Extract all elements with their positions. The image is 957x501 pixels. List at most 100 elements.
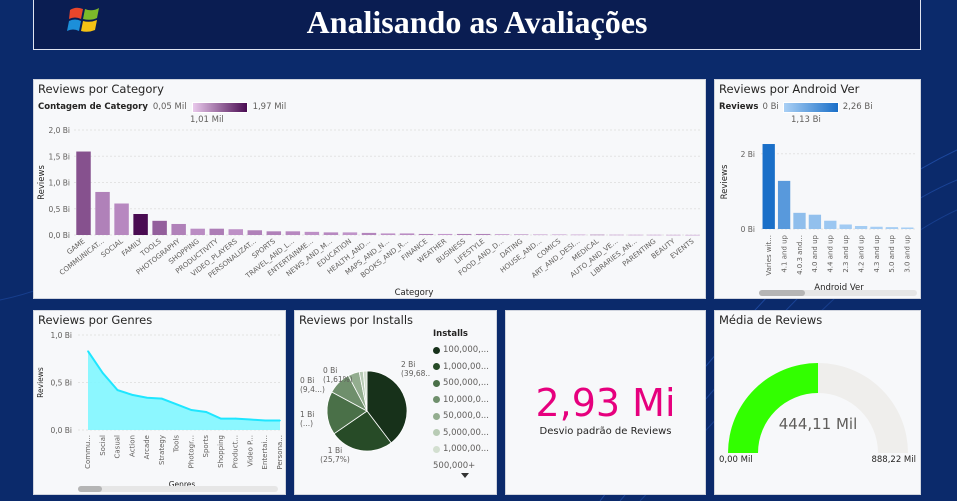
- y-axis-title: Reviews: [720, 164, 730, 199]
- category-bar: [533, 234, 548, 236]
- genres-point: [146, 396, 148, 399]
- legend-mid: 1,13 Bi: [791, 115, 821, 125]
- genres-point: [220, 417, 222, 420]
- horizontal-scrollbar[interactable]: [78, 486, 278, 492]
- legend-dot: [433, 429, 440, 437]
- card-title: Reviews por Android Ver: [719, 82, 860, 96]
- category-bar: [342, 232, 358, 235]
- legend-min: 0,05 Mil: [152, 102, 187, 112]
- x-tick-label: 5.0 and up: [888, 234, 896, 272]
- kpi-value: 2,93 Mi: [535, 381, 676, 425]
- category-bar: [494, 234, 510, 235]
- scrollbar-thumb[interactable]: [78, 486, 102, 492]
- gauge-min-label: 0,00 Mil: [719, 455, 753, 465]
- genres-point: [116, 389, 119, 391]
- x-tick-label: Casual: [114, 435, 122, 459]
- genres-point: [87, 350, 89, 352]
- pie-data-label: 1 Bi: [328, 446, 342, 455]
- legend-gradient: [782, 101, 839, 113]
- legend-item[interactable]: 10,000,0...: [433, 392, 497, 409]
- category-bar: [152, 220, 167, 235]
- y-tick-label: 1,0 Bi: [50, 331, 72, 340]
- category-bar: [647, 234, 662, 236]
- kpi-label: Desvio padrão de Reviews: [539, 426, 672, 437]
- category-bar: [323, 232, 339, 235]
- legend: Contagem de Category 0,05 Mil 1,97 Mil: [38, 100, 286, 114]
- legend-item[interactable]: 5,000,00...: [433, 425, 497, 442]
- category-chart-card[interactable]: Reviews por Category Contagem de Categor…: [33, 79, 706, 299]
- installs-pie-chart: 2 Bi(39,68...)1 Bi(25,7%)1 Bi(...)0 Bi(9…: [300, 360, 430, 464]
- x-tick-label: 4.0.3 and...: [796, 235, 804, 275]
- genres-point: [161, 397, 163, 400]
- gauge-value-label: 444,11 Mil: [779, 415, 858, 433]
- legend-more: 500,000+: [433, 460, 476, 471]
- gauge-card[interactable]: Média de Reviews 444,11 Mil 0,00 Mil 888…: [714, 310, 921, 495]
- windows-logo-icon: [67, 7, 99, 32]
- legend-dot: [433, 412, 440, 420]
- genres-point: [205, 411, 207, 413]
- pie-data-label: (1,61%): [323, 375, 353, 384]
- pie-data-label: 1 Bi: [300, 410, 314, 419]
- legend-scroll-down-icon[interactable]: [461, 472, 469, 478]
- category-bar: [76, 151, 91, 235]
- category-bar: [418, 233, 434, 235]
- legend-item[interactable]: 500,000,...: [433, 375, 497, 392]
- android-bar: [824, 220, 837, 229]
- category-bar: [361, 232, 377, 235]
- category-bar: [399, 233, 415, 235]
- legend-dot: [433, 379, 440, 387]
- pie-data-label: (25,7%): [320, 455, 350, 464]
- pie-data-label: (...): [300, 419, 313, 428]
- x-tick-label: Sports: [202, 435, 210, 458]
- legend-max: 2,26 Bi: [842, 102, 873, 112]
- legend-item[interactable]: 50,000,0...: [433, 408, 497, 425]
- scrollbar-thumb[interactable]: [759, 290, 805, 296]
- android-bar: [808, 214, 822, 229]
- legend-item[interactable]: 1,000,00...: [433, 441, 497, 458]
- x-tick-label: 2.3 and up: [842, 234, 850, 272]
- y-tick-label: 0,5 Bi: [48, 205, 70, 214]
- installs-chart-card[interactable]: Reviews por Installs 2 Bi(39,68...)1 Bi(…: [294, 310, 497, 495]
- category-bar: [475, 233, 491, 235]
- genres-point: [190, 409, 193, 411]
- genres-chart-card[interactable]: Reviews por Genres 0,0 Bi 0,5 Bi 1,0 Bi Rev…: [33, 310, 286, 495]
- android-bar: [839, 224, 852, 229]
- y-tick-label: 0,5 Bi: [50, 379, 72, 388]
- category-bar: [437, 233, 453, 235]
- kpi-card[interactable]: 2,93 Mi Desvio padrão de Reviews: [505, 310, 706, 495]
- legend-item[interactable]: 100,000,...: [433, 342, 497, 359]
- report-header: Analisando as Avaliações: [33, 0, 921, 50]
- y-tick-label: 2 Bi: [741, 150, 755, 159]
- legend-item[interactable]: 1,000,00...: [433, 359, 497, 376]
- gauge-fill: [728, 363, 818, 453]
- category-bar: [209, 228, 224, 235]
- legend-dot: [433, 346, 440, 354]
- x-tick-label: Tools: [173, 435, 181, 454]
- x-tick-label: Shopping: [217, 435, 225, 468]
- legend-max: 1,97 Mil: [252, 102, 287, 112]
- category-bar: [513, 234, 529, 235]
- y-tick-label: 1,0 Bi: [48, 179, 70, 188]
- pie-data-label: (39,68...): [401, 369, 430, 378]
- horizontal-scrollbar[interactable]: [759, 290, 917, 296]
- legend-item-label: 10,000,0...: [443, 394, 489, 405]
- genres-point: [249, 418, 252, 421]
- x-tick-label: 4.0 and up: [811, 234, 819, 272]
- x-tick-label: Product...: [232, 435, 240, 468]
- category-bar: [171, 223, 186, 235]
- android-chart-card[interactable]: Reviews por Android Ver Reviews 0 Bi 2,2…: [714, 79, 921, 299]
- legend-item-label: 100,000,...: [443, 345, 489, 356]
- x-tick-label: Social: [99, 435, 107, 456]
- category-bar: [95, 191, 110, 235]
- category-bar: [247, 230, 263, 235]
- legend-min: 0 Bi: [762, 102, 779, 112]
- x-tick-label: Action: [128, 435, 136, 457]
- category-bar: [552, 234, 567, 236]
- category-bar: [628, 234, 643, 236]
- legend-dot: [433, 445, 440, 453]
- x-tick-label: Video P...: [246, 435, 254, 467]
- y-tick-label: 2,0 Bi: [48, 126, 70, 135]
- category-bar: [456, 233, 472, 235]
- legend-item-label: 1,000,00...: [443, 361, 489, 372]
- y-tick-label: 0,0 Bi: [48, 231, 70, 240]
